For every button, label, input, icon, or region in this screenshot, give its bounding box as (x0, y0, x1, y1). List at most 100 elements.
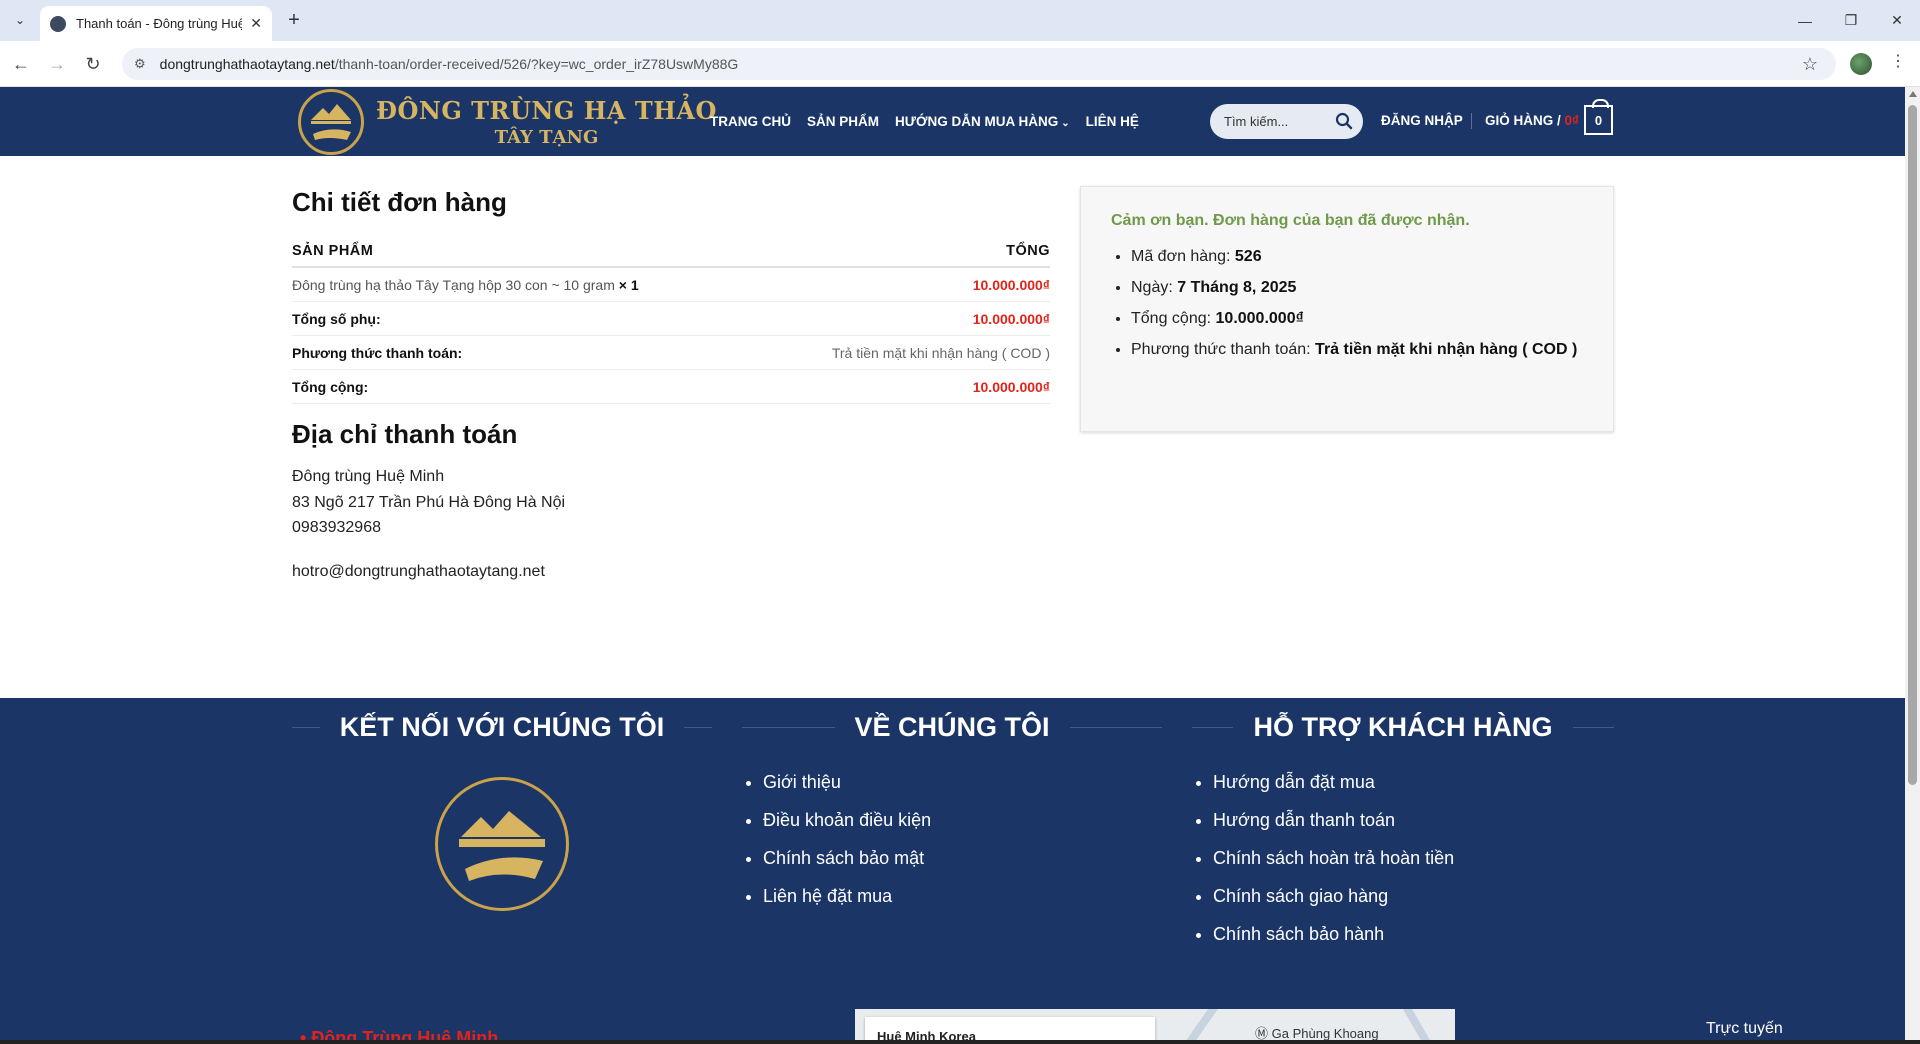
order-payment-value: Trả tiền mặt khi nhận hàng ( COD ) (1315, 341, 1578, 358)
tab-favicon-icon (50, 15, 66, 32)
order-table: SẢN PHẨM TỔNG Đông trùng hạ thảo Tây Tạn… (292, 235, 1050, 404)
profile-avatar[interactable] (1850, 53, 1872, 75)
order-payment-label: Phương thức thanh toán: (1131, 341, 1311, 358)
nav-item-home[interactable]: TRANG CHỦ (710, 114, 791, 129)
support-links: Hướng dẫn đặt mua Hướng dẫn thanh toán C… (1193, 763, 1454, 953)
product-link[interactable]: Đông trùng hạ thảo Tây Tạng hộp 30 con ~… (292, 277, 615, 293)
order-total-label: Tổng cộng: (1131, 310, 1212, 327)
product-total: 10.000.000₫ (972, 276, 1050, 293)
logo-line2: TÂY TẠNG (494, 127, 599, 148)
heading-divider (742, 726, 835, 728)
billing-address: Đông trùng Huệ Minh 83 Ngõ 217 Trần Phú … (292, 464, 565, 541)
nav-item-contact[interactable]: LIÊN HỆ (1086, 114, 1139, 129)
thank-you-message: Cảm ơn bạn. Đơn hàng của bạn đã được nhậ… (1111, 212, 1470, 229)
footer-col1-heading: KẾT NỐI VỚI CHÚNG TÔI (292, 711, 713, 742)
order-date-value: 7 Tháng 8, 2025 (1177, 279, 1297, 296)
browser-menu-icon[interactable]: ⋮ (1890, 51, 1906, 71)
footer-col1-title: KẾT NỐI VỚI CHÚNG TÔI (339, 711, 665, 742)
billing-phone: 0983932968 (292, 519, 381, 536)
footer-col3-title: HỖ TRỢ KHÁCH HÀNG (1253, 711, 1553, 742)
heading-divider (684, 726, 713, 728)
footer-col2-heading: VỀ CHÚNG TÔI (742, 711, 1163, 742)
heading-divider (1069, 726, 1163, 728)
url-path: /thanh-toan/order-received/526/?key=wc_o… (334, 56, 739, 72)
footer-link-warranty[interactable]: Chính sách bảo hành (1213, 915, 1454, 953)
page-viewport: ĐÔNG TRÙNG HẠ THẢO TÂY TẠNG TRANG CHỦ SẢ… (0, 87, 1905, 1044)
billing-name: Đông trùng Huệ Minh (292, 468, 445, 485)
scrollbar-thumb[interactable] (1908, 105, 1917, 785)
site-header: ĐÔNG TRÙNG HẠ THẢO TÂY TẠNG TRANG CHỦ SẢ… (0, 87, 1905, 156)
cart-link[interactable]: GIỎ HÀNG / 0₫ (1485, 113, 1579, 128)
site-logo[interactable]: ĐÔNG TRÙNG HẠ THẢO TÂY TẠNG (298, 89, 717, 155)
nav-item-products[interactable]: SẢN PHẨM (807, 114, 879, 129)
subtotal-value: 10.000.000₫ (972, 310, 1050, 327)
list-item: Ngày: 7 Tháng 8, 2025 (1131, 279, 1583, 297)
address-bar[interactable]: ⚙ dongtrunghathaotaytang.net/thanh-toan/… (122, 48, 1836, 80)
logo-line1: ĐÔNG TRÙNG HẠ THẢO (376, 96, 717, 125)
list-item: Mã đơn hàng: 526 (1131, 248, 1583, 266)
search-input[interactable] (1222, 113, 1327, 130)
footer-link-refund[interactable]: Chính sách hoàn trả hoàn tiền (1213, 839, 1454, 877)
logo-text: ĐÔNG TRÙNG HẠ THẢO TÂY TẠNG (376, 96, 717, 148)
order-overview-list: Mã đơn hàng: 526 Ngày: 7 Tháng 8, 2025 T… (1111, 248, 1583, 359)
scroll-up-arrow-icon[interactable] (1909, 91, 1917, 97)
heading-divider (292, 726, 320, 728)
map-road (1400, 1009, 1438, 1044)
cart-label: GIỎ HÀNG / (1485, 113, 1561, 128)
footer-link-shipping[interactable]: Chính sách giao hàng (1213, 877, 1454, 915)
footer-col2-title: VỀ CHÚNG TÔI (854, 711, 1050, 742)
billing-address-title: Địa chỉ thanh toán (292, 419, 518, 449)
product-qty: × 1 (618, 276, 639, 293)
nav-item-guide[interactable]: HƯỚNG DẪN MUA HÀNG ⌄ (895, 114, 1070, 129)
table-row: Tổng cộng: 10.000.000₫ (292, 370, 1050, 404)
billing-street: 83 Ngõ 217 Trần Phú Hà Đông Hà Nội (292, 493, 566, 511)
url-domain: dongtrunghathaotaytang.net (159, 56, 335, 72)
footer-link-payment-guide[interactable]: Hướng dẫn thanh toán (1213, 801, 1454, 839)
logo-emblem-icon (298, 89, 364, 155)
reload-icon[interactable]: ↻ (80, 51, 106, 77)
tab-close-icon[interactable]: ✕ (250, 15, 262, 32)
table-row: Đông trùng hạ thảo Tây Tạng hộp 30 con ~… (292, 268, 1050, 302)
login-link[interactable]: ĐĂNG NHẬP (1381, 113, 1463, 128)
list-item: Tổng cộng: 10.000.000₫ (1131, 310, 1583, 328)
tab-search-chevron-icon[interactable]: ⌄ (10, 10, 30, 30)
browser-tab[interactable]: Thanh toán - Đông trùng Huệ M ✕ (40, 6, 272, 41)
browser-tab-bar: ⌄ Thanh toán - Đông trùng Huệ M ✕ + — ❐ … (0, 0, 1920, 41)
subtotal-label: Tổng số phụ: (292, 310, 381, 327)
billing-email: hotro@dongtrunghathaotaytang.net (292, 563, 545, 580)
main-nav: TRANG CHỦ SẢN PHẨM HƯỚNG DẪN MUA HÀNG ⌄ L… (710, 87, 1155, 156)
minimize-icon[interactable]: — (1782, 0, 1828, 41)
heading-divider (1572, 726, 1614, 728)
search-icon[interactable] (1335, 112, 1353, 130)
restore-icon[interactable]: ❐ (1828, 0, 1874, 41)
list-item: Phương thức thanh toán: Trả tiền mặt khi… (1131, 341, 1583, 359)
cart-count-badge[interactable]: 0 (1584, 99, 1613, 135)
footer-link-privacy[interactable]: Chính sách bảo mật (763, 839, 931, 877)
footer-col3-heading: HỖ TRỢ KHÁCH HÀNG (1192, 712, 1614, 742)
new-tab-plus-icon[interactable]: + (282, 8, 306, 32)
footer-link-terms[interactable]: Điều khoản điều kiện (763, 801, 931, 839)
window-close-icon[interactable]: ✕ (1874, 0, 1920, 41)
search-box (1210, 104, 1363, 139)
footer-link-intro[interactable]: Giới thiệu (763, 763, 931, 801)
order-number-label: Mã đơn hàng: (1131, 248, 1231, 265)
back-arrow-icon[interactable]: ← (8, 51, 34, 77)
site-info-icon[interactable]: ⚙ (134, 56, 146, 72)
online-chat-label[interactable]: Trực tuyến (1706, 1020, 1783, 1038)
bookmark-star-icon[interactable]: ☆ (1802, 54, 1818, 75)
heading-divider (1192, 726, 1234, 728)
order-details-title: Chi tiết đơn hàng (292, 187, 507, 217)
order-received-box: Cảm ơn bạn. Đơn hàng của bạn đã được nhậ… (1080, 186, 1614, 432)
tab-title: Thanh toán - Đông trùng Huệ M (76, 16, 243, 31)
map-road (1178, 1009, 1220, 1044)
map-station-name: Ga Phùng Khoang (1271, 1026, 1379, 1041)
footer-logo-icon[interactable] (435, 777, 569, 911)
footer-link-order-guide[interactable]: Hướng dẫn đặt mua (1213, 763, 1454, 801)
page-scrollbar[interactable] (1905, 87, 1920, 1044)
forward-arrow-icon[interactable]: → (44, 51, 70, 77)
nav-item-guide-label: HƯỚNG DẪN MUA HÀNG (895, 114, 1059, 129)
order-date-label: Ngày: (1131, 279, 1173, 296)
footer-link-contact-order[interactable]: Liên hệ đặt mua (763, 877, 931, 915)
cart-amount: 0₫ (1564, 113, 1579, 128)
embedded-map[interactable]: Huệ Minh Korea Ⓜ Ga Phùng Khoang (855, 1009, 1455, 1044)
